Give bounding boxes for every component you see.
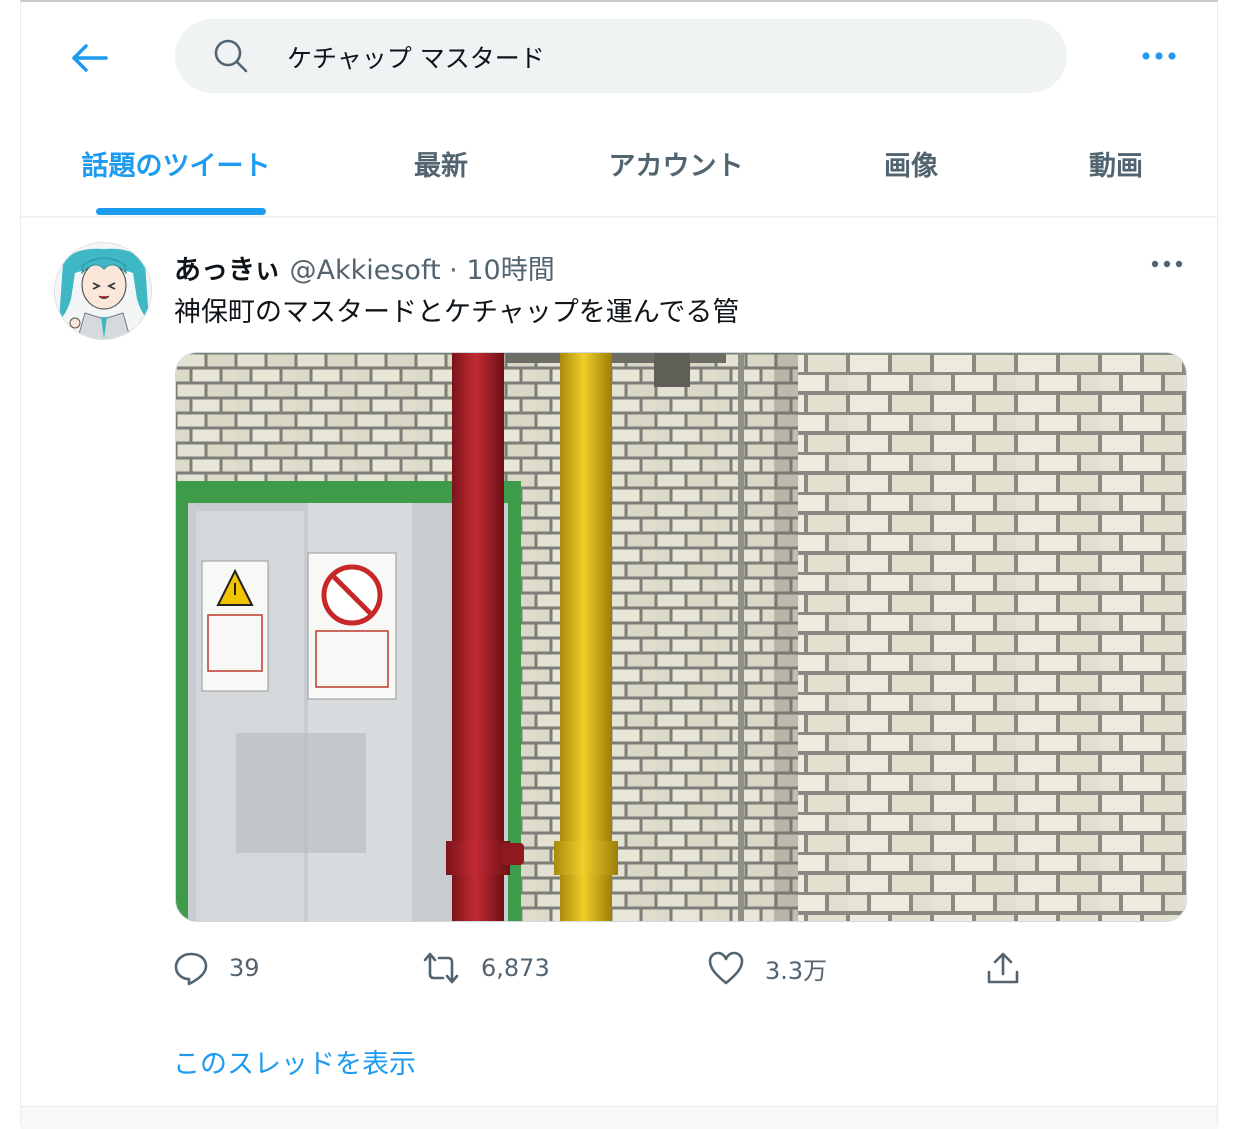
retweet-button[interactable]: 6,873 [421,944,550,992]
reply-count: 39 [229,954,260,982]
tab-videos[interactable]: 動画 [1056,122,1176,216]
back-button[interactable] [63,32,115,84]
share-icon [987,952,1019,984]
more-options-button[interactable] [1133,36,1185,76]
tab-images[interactable]: 画像 [851,122,971,216]
search-box[interactable]: ケチャップ マスタード [175,19,1067,93]
search-tabs: 話題のツイート 最新 アカウント 画像 動画 [21,122,1217,218]
back-arrow-icon [72,44,108,72]
reply-icon [174,952,208,986]
tweet-text: 神保町のマスタードとケチャップを運んでる管 [174,297,740,328]
share-button[interactable] [985,944,1021,992]
user-handle[interactable]: @Akkiesoft [290,255,441,286]
tweet-photo[interactable] [175,352,1187,922]
like-count: 3.3万 [765,956,828,985]
avatar[interactable] [54,242,152,340]
reply-button[interactable]: 39 [173,944,260,992]
meta-separator: · [449,255,458,286]
tweet[interactable]: あっきぃ @Akkiesoft · 10時間 神保町のマスタードとケチャップを運… [21,216,1217,1106]
display-name[interactable]: あっきぃ [174,255,281,286]
more-icon [1151,260,1183,268]
search-query[interactable]: ケチャップ マスタード [287,39,545,75]
retweet-icon [423,952,459,984]
search-icon [214,39,248,73]
tab-top-tweets[interactable]: 話題のツイート [81,122,271,216]
retweet-count: 6,873 [481,954,550,982]
tweet-time[interactable]: 10時間 [466,255,554,286]
active-tab-indicator [96,208,266,215]
app-frame: ケチャップ マスタード 話題のツイート 最新 アカウント 画像 動画 あっきぃ … [20,0,1218,1129]
tweet-meta: あっきぃ @Akkiesoft · 10時間 [174,248,555,287]
more-icon [1142,52,1176,60]
like-icon [708,951,744,985]
tab-accounts[interactable]: アカウント [601,122,751,216]
like-button[interactable]: 3.3万 [707,944,827,992]
tab-latest[interactable]: 最新 [381,122,501,216]
show-thread-link[interactable]: このスレッドを表示 [173,1042,416,1081]
photo-pipes [176,353,1186,921]
tweet-more-button[interactable] [1145,246,1189,282]
avatar-image [55,243,151,339]
